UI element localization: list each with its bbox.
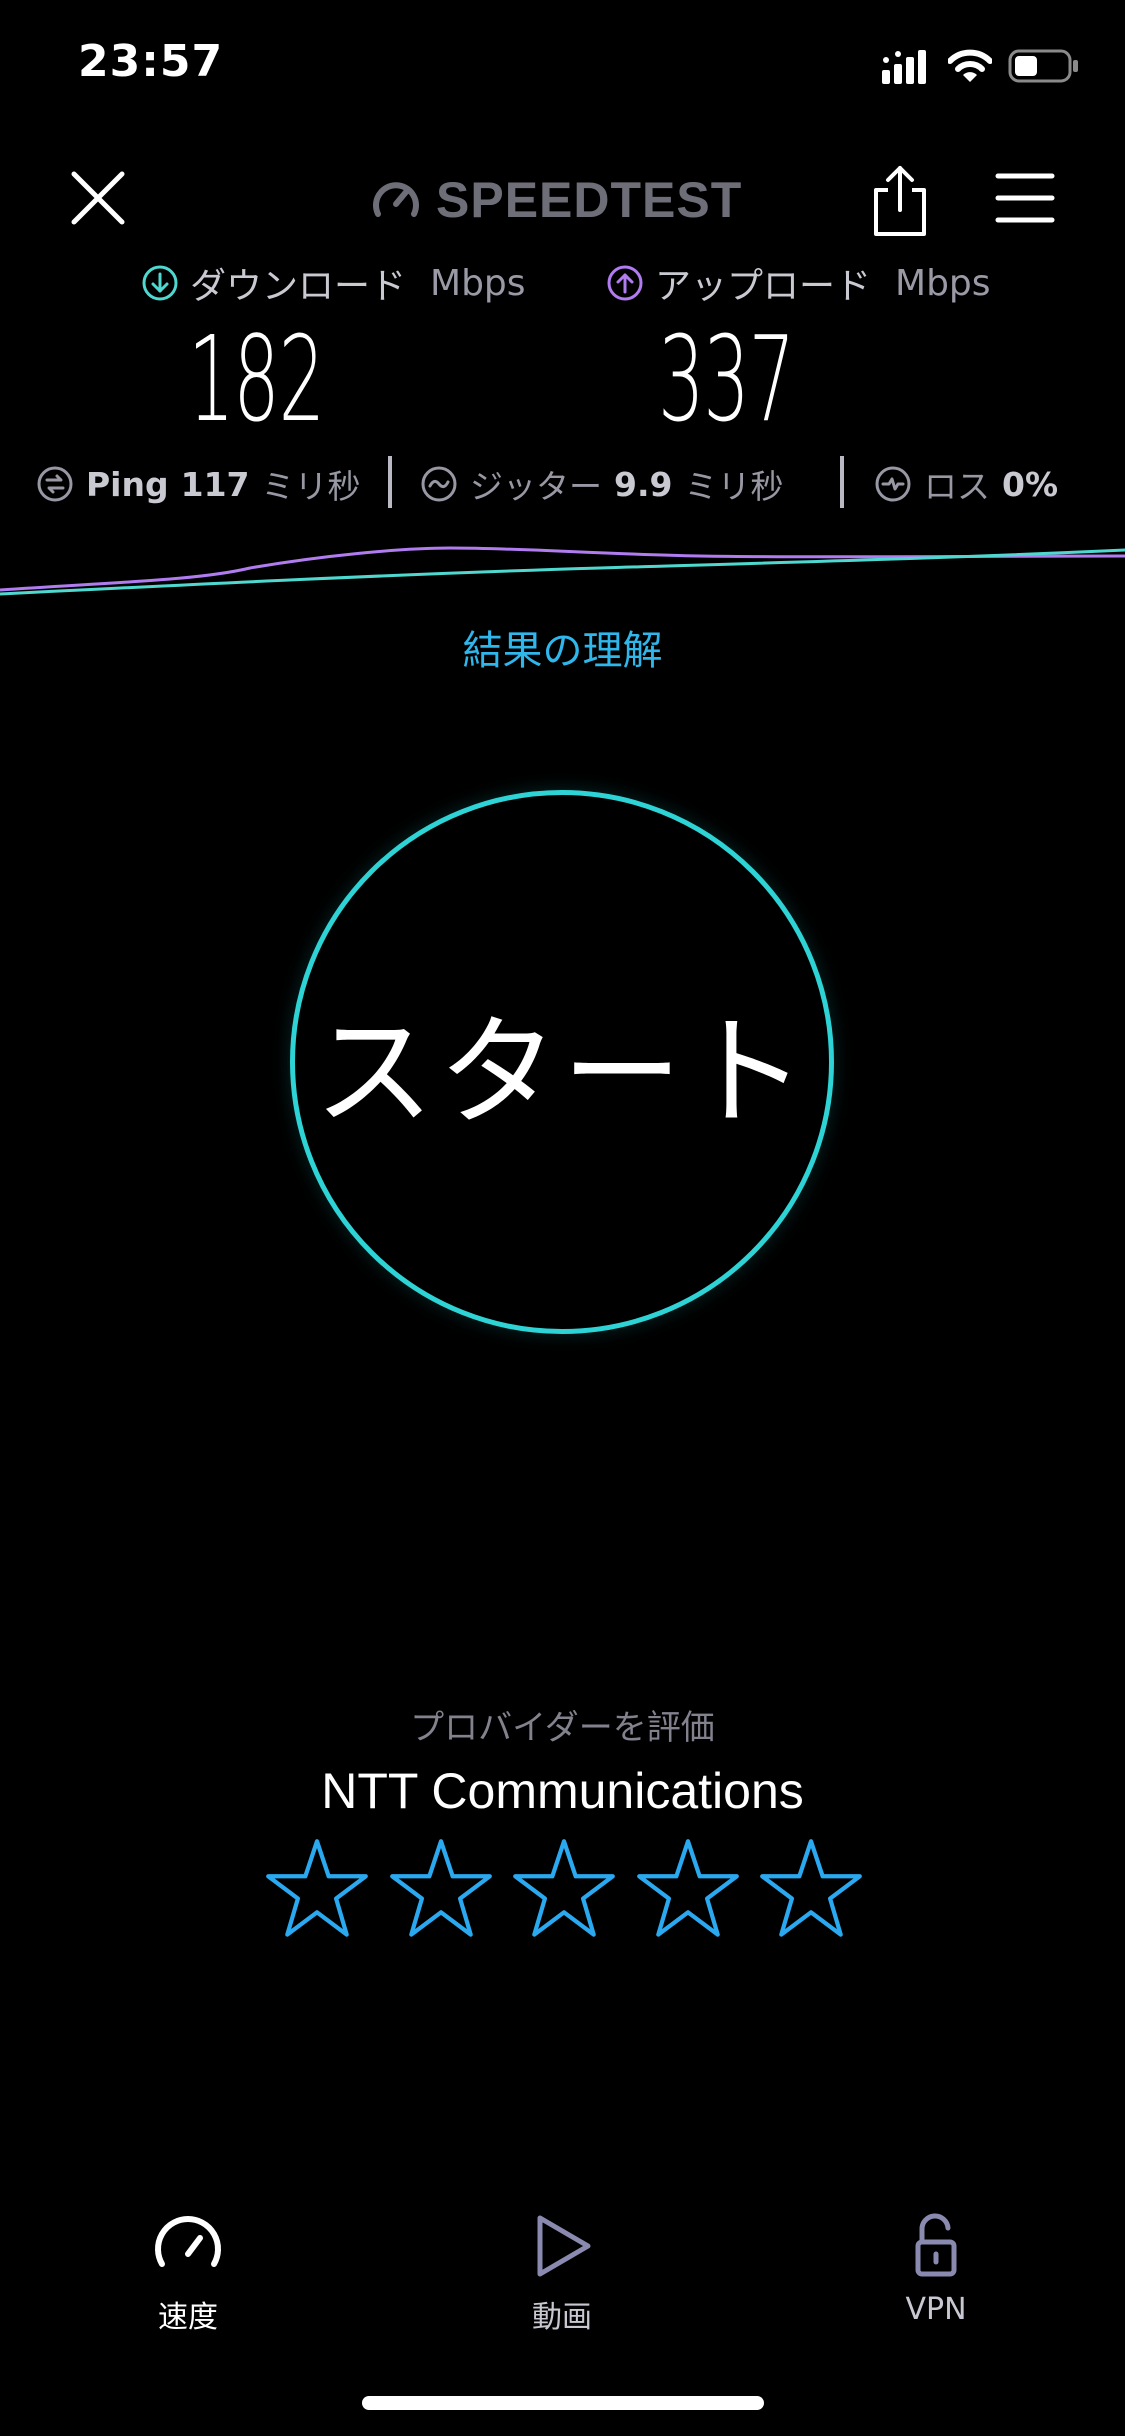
jitter-stat: ジッター 9.9 ミリ秒 bbox=[420, 456, 783, 512]
loss-label: ロス bbox=[924, 467, 990, 506]
stat-divider bbox=[388, 456, 392, 508]
tab-video-label: 動画 bbox=[532, 2300, 592, 2335]
lock-icon bbox=[915, 2213, 957, 2277]
jitter-label: ジッター bbox=[470, 467, 602, 506]
speedometer-icon bbox=[155, 2216, 221, 2267]
gauge-logo-icon bbox=[373, 182, 419, 217]
tab-speed-label: 速度 bbox=[158, 2300, 218, 2335]
download-arrow-icon bbox=[142, 265, 178, 301]
download-label: ダウンロード Mbps bbox=[140, 258, 526, 308]
share-icon[interactable] bbox=[868, 162, 932, 238]
menu-icon[interactable] bbox=[990, 168, 1060, 228]
upload-value: 337 bbox=[658, 310, 795, 448]
ping-value: 117 bbox=[180, 464, 250, 504]
logo-text: SPEEDTEST bbox=[436, 172, 743, 228]
stat-divider bbox=[840, 456, 844, 508]
upload-label: アップロード Mbps bbox=[605, 258, 991, 308]
provider-name: NTT Communications bbox=[321, 1763, 804, 1819]
loss-value: 0% bbox=[1002, 464, 1059, 504]
home-indicator[interactable] bbox=[362, 2396, 764, 2410]
jitter-value: 9.9 bbox=[614, 464, 673, 504]
speed-graph bbox=[0, 546, 1125, 596]
download-unit: Mbps bbox=[430, 262, 526, 304]
download-graph-line bbox=[0, 548, 1125, 596]
tab-video[interactable]: 動画 bbox=[462, 2210, 662, 2340]
upload-arrow-icon bbox=[607, 265, 643, 301]
jitter-unit: ミリ秒 bbox=[684, 467, 784, 506]
star-icon[interactable] bbox=[758, 1836, 864, 1942]
jitter-icon bbox=[421, 466, 457, 502]
wifi-icon bbox=[948, 49, 992, 82]
rate-provider-prompt: プロバイダーを評価 bbox=[410, 1708, 715, 1748]
ping-stat: Ping 117 ミリ秒 bbox=[36, 456, 361, 512]
upload-unit: Mbps bbox=[895, 262, 991, 304]
star-icon[interactable] bbox=[635, 1836, 741, 1942]
star-icon[interactable] bbox=[388, 1836, 494, 1942]
loss-stat: ロス 0% bbox=[874, 456, 1058, 512]
close-icon[interactable] bbox=[64, 164, 132, 232]
understand-results-link[interactable]: 結果の理解 bbox=[0, 618, 1125, 676]
download-value: 182 bbox=[188, 310, 325, 448]
status-time: 23:57 bbox=[78, 36, 224, 87]
rating-stars bbox=[264, 1836, 864, 1946]
battery-icon bbox=[1008, 49, 1078, 83]
ping-icon bbox=[37, 466, 73, 502]
loss-icon bbox=[875, 466, 911, 502]
download-label-text: ダウンロード bbox=[190, 266, 407, 307]
speedtest-logo: SPEEDTEST bbox=[370, 168, 742, 232]
star-icon[interactable] bbox=[511, 1836, 617, 1942]
tab-vpn-label: VPN bbox=[905, 2292, 967, 2327]
upload-label-text: アップロード bbox=[655, 266, 872, 307]
tab-vpn[interactable]: VPN bbox=[836, 2210, 1036, 2340]
start-button[interactable]: スタート bbox=[290, 790, 834, 1334]
tab-speed[interactable]: 速度 bbox=[88, 2210, 288, 2340]
start-button-label: スタート bbox=[314, 1004, 810, 1143]
ping-unit: ミリ秒 bbox=[261, 467, 361, 506]
signal-icon bbox=[882, 50, 926, 84]
star-icon[interactable] bbox=[264, 1836, 370, 1942]
ping-label: Ping bbox=[86, 464, 169, 504]
play-icon bbox=[537, 2215, 591, 2277]
